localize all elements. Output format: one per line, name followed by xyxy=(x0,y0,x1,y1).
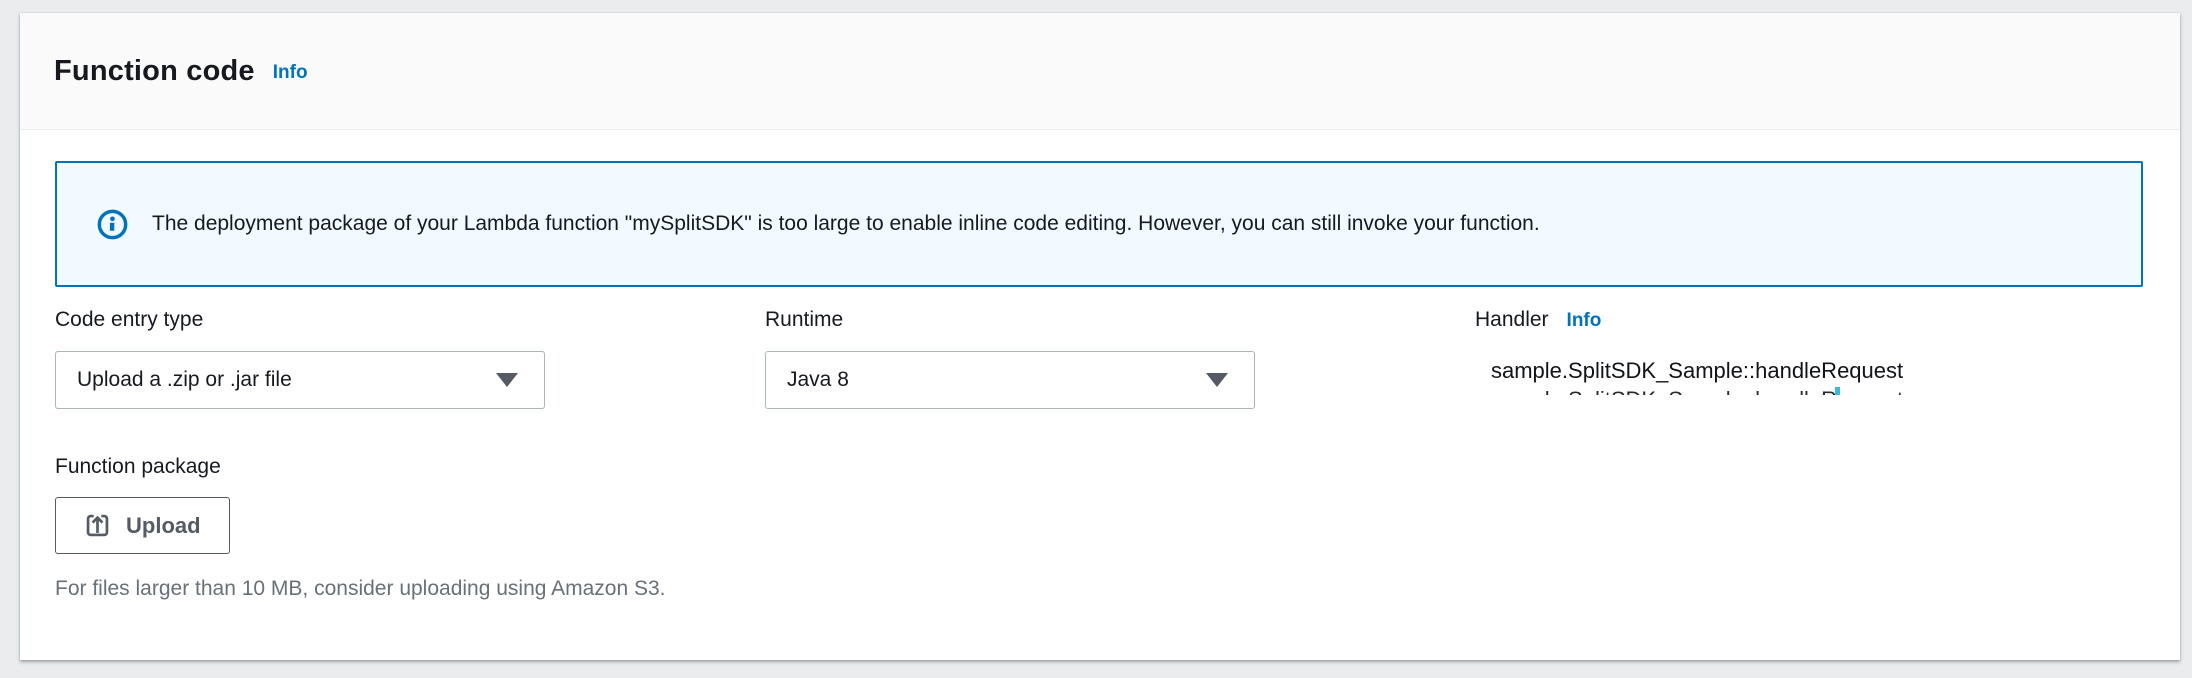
caret-down-icon xyxy=(1206,373,1228,387)
function-package-section: Function package Upload For files larger… xyxy=(55,455,2143,601)
code-settings-row: Code entry type Upload a .zip or .jar fi… xyxy=(55,308,2143,409)
runtime-label: Runtime xyxy=(765,308,1255,332)
handler-label-row: Handler Info xyxy=(1475,308,2143,332)
text-cursor-artifact xyxy=(1835,387,1840,395)
handler-info-link[interactable]: Info xyxy=(1567,310,1602,332)
function-package-label: Function package xyxy=(55,455,2143,479)
caret-down-icon xyxy=(496,373,518,387)
runtime-value: Java 8 xyxy=(787,368,849,392)
handler-value-clipped-artifact: sample.SplitSDK_Sample::handleRequest xyxy=(1475,387,2143,395)
field-handler: Handler Info sample.SplitSDK_Sample::han… xyxy=(1475,308,2143,409)
code-entry-type-select[interactable]: Upload a .zip or .jar file xyxy=(55,351,545,409)
code-entry-type-value: Upload a .zip or .jar file xyxy=(77,368,292,392)
field-code-entry-type: Code entry type Upload a .zip or .jar fi… xyxy=(55,308,545,409)
handler-value[interactable]: sample.SplitSDK_Sample::handleRequest xyxy=(1475,358,2143,384)
info-banner-text: The deployment package of your Lambda fu… xyxy=(152,212,1540,236)
function-code-info-link[interactable]: Info xyxy=(273,62,308,84)
handler-value-clipped-text: sample.SplitSDK_Sample::handleRequest xyxy=(1491,387,1903,395)
function-code-panel: Function code Info The deployment packag… xyxy=(20,13,2180,660)
page-title: Function code xyxy=(54,55,255,88)
info-circle-icon xyxy=(97,209,128,240)
panel-body: The deployment package of your Lambda fu… xyxy=(20,130,2180,601)
info-banner: The deployment package of your Lambda fu… xyxy=(55,161,2143,287)
runtime-select[interactable]: Java 8 xyxy=(765,351,1255,409)
code-entry-type-label: Code entry type xyxy=(55,308,545,332)
field-runtime: Runtime Java 8 xyxy=(765,308,1255,409)
upload-button-label: Upload xyxy=(126,513,201,539)
upload-button[interactable]: Upload xyxy=(55,497,230,554)
handler-label: Handler xyxy=(1475,308,1549,332)
upload-icon xyxy=(84,512,111,539)
panel-header: Function code Info xyxy=(20,13,2180,130)
upload-hint-text: For files larger than 10 MB, consider up… xyxy=(55,577,2143,601)
